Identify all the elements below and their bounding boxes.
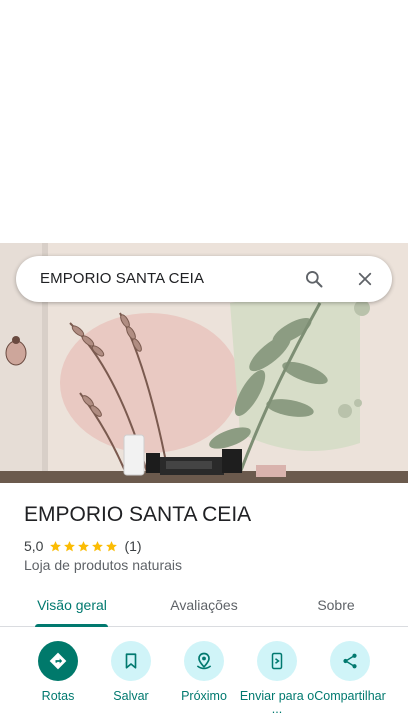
share-button-circle (330, 641, 370, 681)
share-label: Compartilhar (314, 689, 386, 703)
send-to-phone-button[interactable]: Enviar para o ... (238, 641, 316, 716)
action-buttons: Rotas Salvar Próximo Enviar para o ... C… (0, 641, 408, 726)
tab-about[interactable]: Sobre (300, 597, 372, 613)
save-button[interactable]: Salvar (92, 641, 170, 703)
star-icon (64, 540, 76, 551)
map-blank-area (0, 0, 408, 243)
nearby-label: Próximo (181, 689, 227, 703)
star-icon (50, 540, 62, 551)
tab-bar: Visão geral Avaliações Sobre (0, 587, 408, 627)
place-category: Loja de produtos naturais (24, 557, 182, 573)
save-label: Salvar (113, 689, 149, 703)
nearby-pin-icon (196, 652, 212, 670)
directions-label: Rotas (41, 689, 75, 703)
save-button-circle (111, 641, 151, 681)
star-icon (92, 540, 104, 551)
tab-reviews[interactable]: Avaliações (158, 597, 250, 613)
send-label: Enviar para o ... (239, 689, 315, 716)
rating-row[interactable]: 5,0 (1) (24, 537, 142, 555)
place-name: EMPORIO SANTA CEIA (24, 503, 252, 526)
tab-overview[interactable]: Visão geral (26, 597, 118, 613)
directions-icon (49, 652, 67, 670)
star-icon (106, 540, 118, 551)
nearby-button-circle (184, 641, 224, 681)
review-count[interactable]: (1) (124, 538, 141, 554)
directions-button-circle (38, 641, 78, 681)
rating-value: 5,0 (24, 538, 44, 554)
rating-stars (49, 540, 118, 553)
place-details-sheet: EMPORIO SANTA CEIA 5,0 (1) Loja de produ… (0, 483, 408, 726)
bookmark-icon (125, 653, 137, 669)
directions-button[interactable]: Rotas (19, 641, 97, 703)
send-to-phone-icon (271, 652, 283, 670)
active-tab-indicator (35, 624, 108, 627)
close-icon[interactable] (351, 265, 379, 293)
search-query[interactable]: EMPORIO SANTA CEIA (40, 270, 204, 287)
search-bar[interactable]: EMPORIO SANTA CEIA (16, 256, 392, 302)
search-icon[interactable] (300, 265, 328, 293)
share-icon (343, 653, 357, 669)
share-button[interactable]: Compartilhar (311, 641, 389, 703)
nearby-button[interactable]: Próximo (165, 641, 243, 703)
star-icon (78, 540, 90, 551)
send-button-circle (257, 641, 297, 681)
